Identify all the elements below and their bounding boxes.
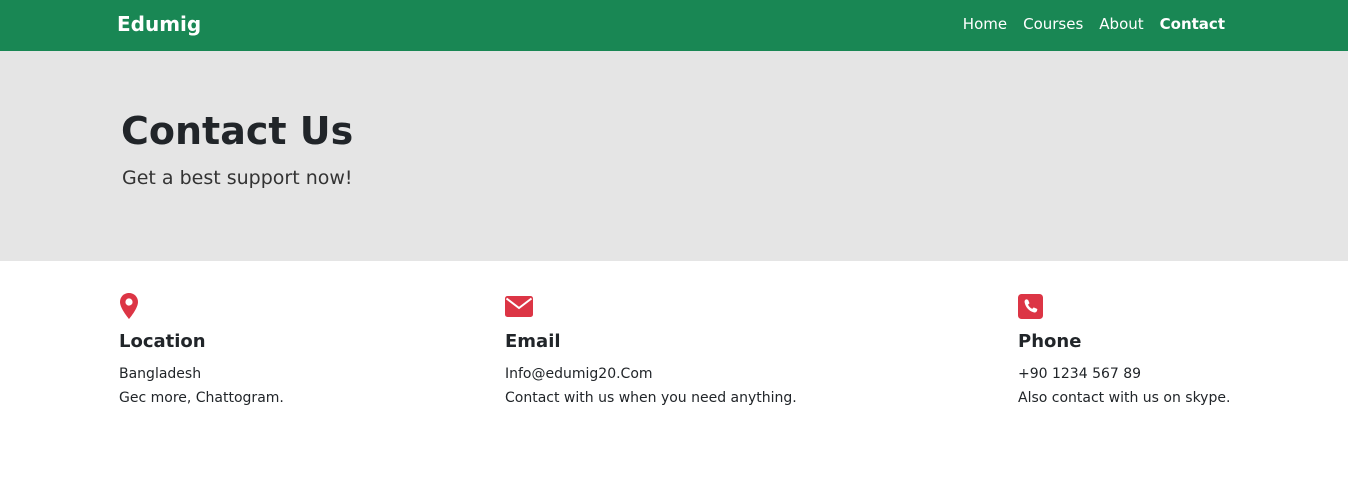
- nav-link-home[interactable]: Home: [963, 13, 1007, 35]
- phone-line-1[interactable]: +90 1234 567 89: [1018, 362, 1230, 386]
- location-pin-icon: [120, 293, 138, 319]
- nav-link-courses[interactable]: Courses: [1023, 13, 1083, 35]
- navbar: Edumig Home Courses About Contact: [0, 0, 1348, 51]
- location-line-1: Bangladesh: [119, 366, 202, 382]
- nav-links: Home Courses About Contact: [947, 13, 1225, 35]
- phone-heading: Phone: [1018, 331, 1082, 352]
- email-line-2: Contact with us when you need anything.: [505, 390, 797, 406]
- brand-logo[interactable]: Edumig: [117, 11, 201, 37]
- envelope-icon: [505, 296, 533, 317]
- contact-email: Email Info@edumig20.Com Contact with us …: [505, 292, 797, 410]
- nav-link-contact[interactable]: Contact: [1160, 13, 1225, 35]
- contact-phone: Phone +90 1234 567 89 Also contact with …: [1018, 292, 1230, 410]
- email-line-1[interactable]: Info@edumig20.Com: [505, 362, 797, 386]
- location-line-2: Gec more, Chattogram.: [119, 390, 284, 406]
- page-title: Contact Us: [121, 109, 354, 153]
- page-subtitle: Get a best support now!: [122, 167, 353, 189]
- phone-line-2: Also contact with us on skype.: [1018, 390, 1231, 406]
- nav-link-about[interactable]: About: [1099, 13, 1143, 35]
- email-heading: Email: [505, 331, 561, 352]
- contact-location: Location Bangladesh Gec more, Chattogram…: [119, 292, 284, 410]
- phone-icon: [1018, 294, 1043, 319]
- hero-banner: Contact Us Get a best support now!: [0, 51, 1348, 261]
- location-heading: Location: [119, 331, 206, 352]
